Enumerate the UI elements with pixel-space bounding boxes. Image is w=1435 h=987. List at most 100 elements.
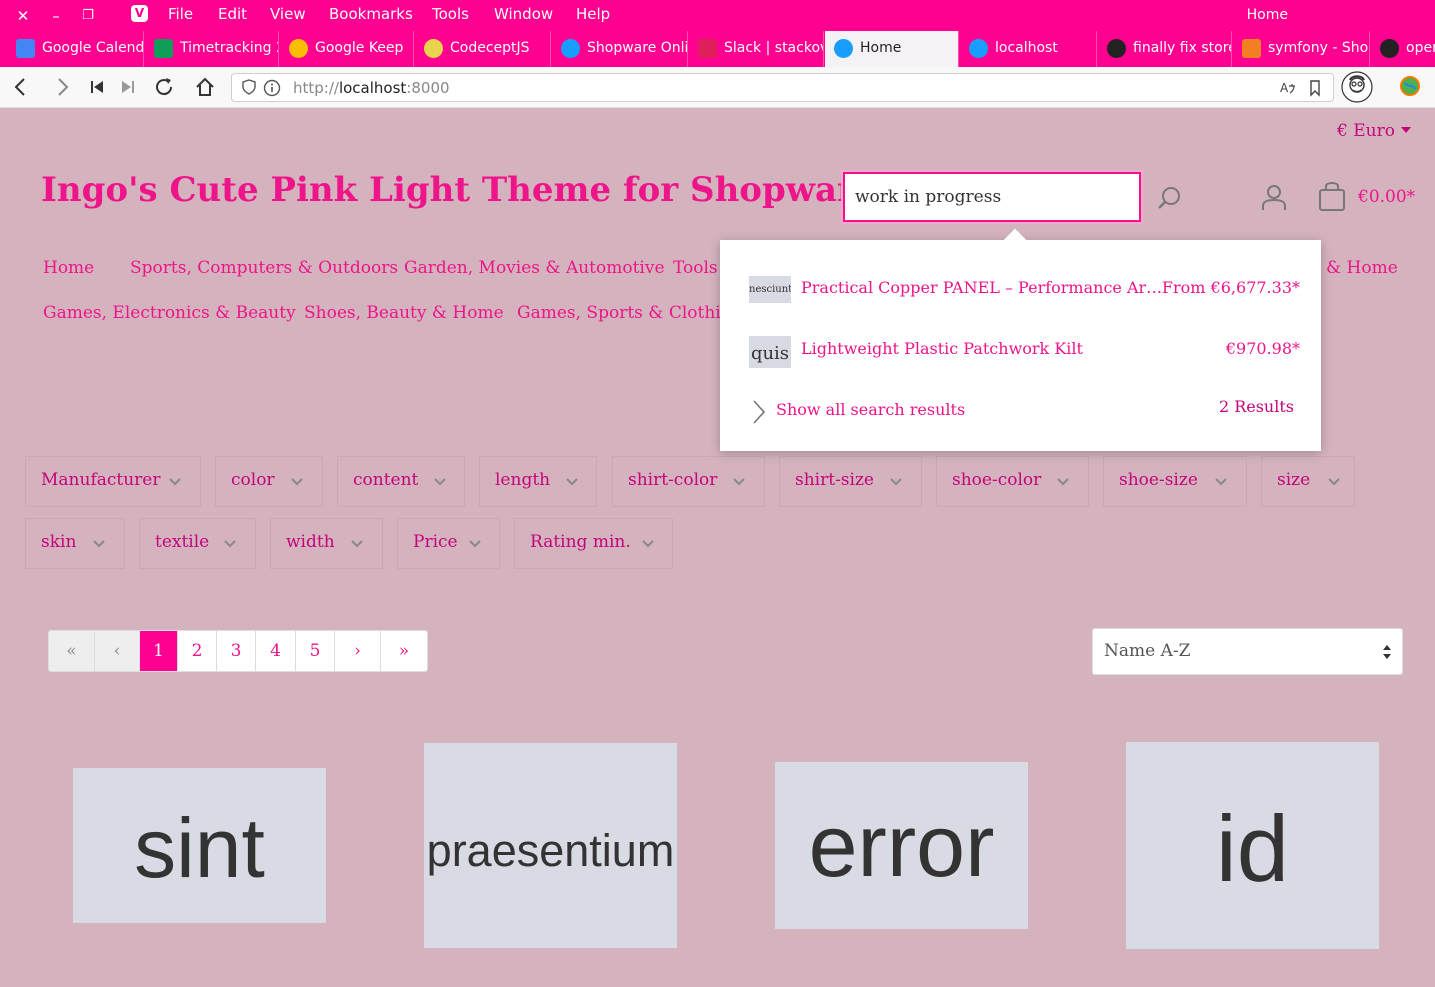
product-image[interactable]: error (775, 762, 1028, 929)
reload-icon[interactable] (152, 75, 176, 99)
profile-avatar[interactable] (1341, 71, 1373, 103)
product-image[interactable]: sint (73, 768, 326, 923)
shop-logo[interactable]: Ingo's Cute Pink Light Theme for Shopwar… (41, 170, 912, 210)
pagination-last[interactable]: » (381, 631, 427, 671)
product-image[interactable]: praesentium (424, 743, 677, 948)
address-bar[interactable]: http://localhost:8000 A (231, 73, 1334, 102)
tab-home[interactable]: Home (825, 31, 959, 67)
menu-tools[interactable]: Tools (432, 5, 469, 23)
url-text[interactable]: http://localhost:8000 (293, 79, 450, 97)
product-image[interactable]: id (1126, 742, 1379, 949)
codecept-icon (424, 39, 443, 58)
account-icon[interactable] (1259, 182, 1289, 212)
nav-item-sports-computers-outdoors[interactable]: Sports, Computers & Outdoors (130, 258, 398, 278)
sort-select[interactable]: Name A-Z (1092, 628, 1403, 675)
menu-view[interactable]: View (270, 5, 306, 23)
filter-skin[interactable]: skin (25, 518, 125, 569)
pagination-page-2[interactable]: 2 (178, 631, 217, 671)
site-info-icon[interactable] (263, 79, 281, 97)
filter-manufacturer[interactable]: Manufacturer (25, 456, 201, 507)
menu-window[interactable]: Window (494, 5, 553, 23)
filter-shoe-size[interactable]: shoe-size (1103, 456, 1247, 507)
filter-label: skin (41, 532, 77, 552)
filter-textile[interactable]: textile (139, 518, 256, 569)
currency-dropdown[interactable]: € Euro (1337, 121, 1411, 141)
tab-codeceptjs[interactable]: CodeceptJS (415, 31, 551, 67)
pagination-page-5[interactable]: 5 (296, 631, 335, 671)
cart-total: €0.00* (1358, 187, 1416, 207)
tab-github-open[interactable]: open (1371, 31, 1435, 67)
menu-help[interactable]: Help (576, 5, 610, 23)
filter-shoe-color[interactable]: shoe-color (936, 456, 1089, 507)
tab-google-keep[interactable]: Google Keep (280, 31, 414, 67)
filter-label: content (353, 470, 419, 490)
pagination-page-4[interactable]: 4 (256, 631, 296, 671)
search-icon[interactable] (1155, 184, 1183, 212)
svg-text:A: A (1280, 81, 1289, 95)
filter-price[interactable]: Price (397, 518, 500, 569)
home-icon[interactable] (193, 75, 217, 99)
search-result-name[interactable]: Practical Copper PANEL – Performance Are… (801, 278, 1163, 297)
chevron-down-icon (169, 478, 181, 486)
pagination-prev[interactable]: ‹ (95, 631, 140, 671)
tab-bar: Google Calendar Timetracking 2 Google Ke… (0, 31, 1435, 67)
show-all-results-link[interactable]: Show all search results 2 Results (749, 396, 1294, 426)
nav-item-garden-movies-automotive[interactable]: Garden, Movies & Automotive (404, 258, 665, 278)
translate-icon[interactable]: A (1279, 79, 1297, 97)
forward-icon[interactable] (50, 75, 74, 99)
menu-edit[interactable]: Edit (218, 5, 247, 23)
nav-item-tools[interactable]: Tools (673, 258, 718, 278)
filter-shirt-color[interactable]: shirt-color (612, 456, 765, 507)
filter-rating-min[interactable]: Rating min. (514, 518, 673, 569)
menu-bookmarks[interactable]: Bookmarks (329, 5, 413, 23)
tab-google-calendar[interactable]: Google Calendar (7, 31, 144, 67)
tab-slack[interactable]: Slack | stackov (689, 31, 824, 67)
pagination-page-1[interactable]: 1 (140, 631, 178, 671)
tab-label: finally fix store (1133, 40, 1232, 56)
filter-color[interactable]: color (215, 456, 323, 507)
browser-navbar: http://localhost:8000 A (0, 67, 1435, 108)
pagination-next[interactable]: › (335, 631, 381, 671)
tab-symfony[interactable]: symfony - Shop (1233, 31, 1370, 67)
search-result-item[interactable]: nesciunt Practical Copper PANEL – Perfor… (749, 272, 1300, 306)
nav-item-games-electronics-beauty[interactable]: Games, Electronics & Beauty (43, 303, 296, 323)
fast-forward-icon[interactable] (116, 75, 140, 99)
tab-shopware-online[interactable]: Shopware Online (552, 31, 688, 67)
nav-item-shoes-beauty-home[interactable]: Shoes, Beauty & Home (304, 303, 504, 323)
filter-size[interactable]: size (1261, 456, 1355, 507)
search-result-price: €970.98* (1225, 339, 1300, 358)
vivaldi-menu-icon[interactable]: V (131, 5, 148, 22)
search-result-name[interactable]: Lightweight Plastic Patchwork Kilt (801, 339, 1163, 358)
minimize-window-icon[interactable]: – (46, 6, 66, 26)
filter-width[interactable]: width (270, 518, 383, 569)
pagination-page-3[interactable]: 3 (217, 631, 256, 671)
menu-file[interactable]: File (168, 5, 193, 23)
cart-button[interactable]: €0.00* (1317, 180, 1417, 214)
search-input[interactable] (843, 172, 1141, 222)
tab-github-store[interactable]: finally fix store (1098, 31, 1232, 67)
chevron-down-icon (469, 540, 481, 548)
product-thumbnail: quis (749, 336, 791, 368)
shop-page: € Euro Ingo's Cute Pink Light Theme for … (0, 108, 1435, 987)
filter-length[interactable]: length (479, 456, 597, 507)
rewind-icon[interactable] (85, 75, 109, 99)
tab-localhost[interactable]: localhost (960, 31, 1097, 67)
nav-item-home-partial[interactable]: & Home (1326, 258, 1398, 278)
close-window-icon[interactable]: ✕ (13, 6, 33, 26)
filter-content[interactable]: content (337, 456, 465, 507)
bookmark-icon[interactable] (1306, 79, 1324, 97)
tab-timetracking[interactable]: Timetracking 2 (145, 31, 279, 67)
filter-label: shoe-size (1119, 470, 1198, 490)
back-icon[interactable] (9, 75, 33, 99)
filter-shirt-size[interactable]: shirt-size (779, 456, 922, 507)
shield-icon[interactable] (240, 79, 258, 97)
nav-item-games-sports-clothing[interactable]: Games, Sports & Clothing (517, 303, 743, 323)
caret-down-icon (1401, 127, 1411, 133)
nav-item-home[interactable]: Home (43, 258, 94, 278)
pagination-first[interactable]: « (49, 631, 95, 671)
search-result-item[interactable]: quis Lightweight Plastic Patchwork Kilt … (749, 333, 1300, 368)
filter-label: Price (413, 532, 458, 552)
currency-label: € Euro (1337, 121, 1395, 141)
extension-globe-icon[interactable] (1398, 75, 1422, 99)
restore-window-icon[interactable]: ❐ (78, 6, 98, 26)
